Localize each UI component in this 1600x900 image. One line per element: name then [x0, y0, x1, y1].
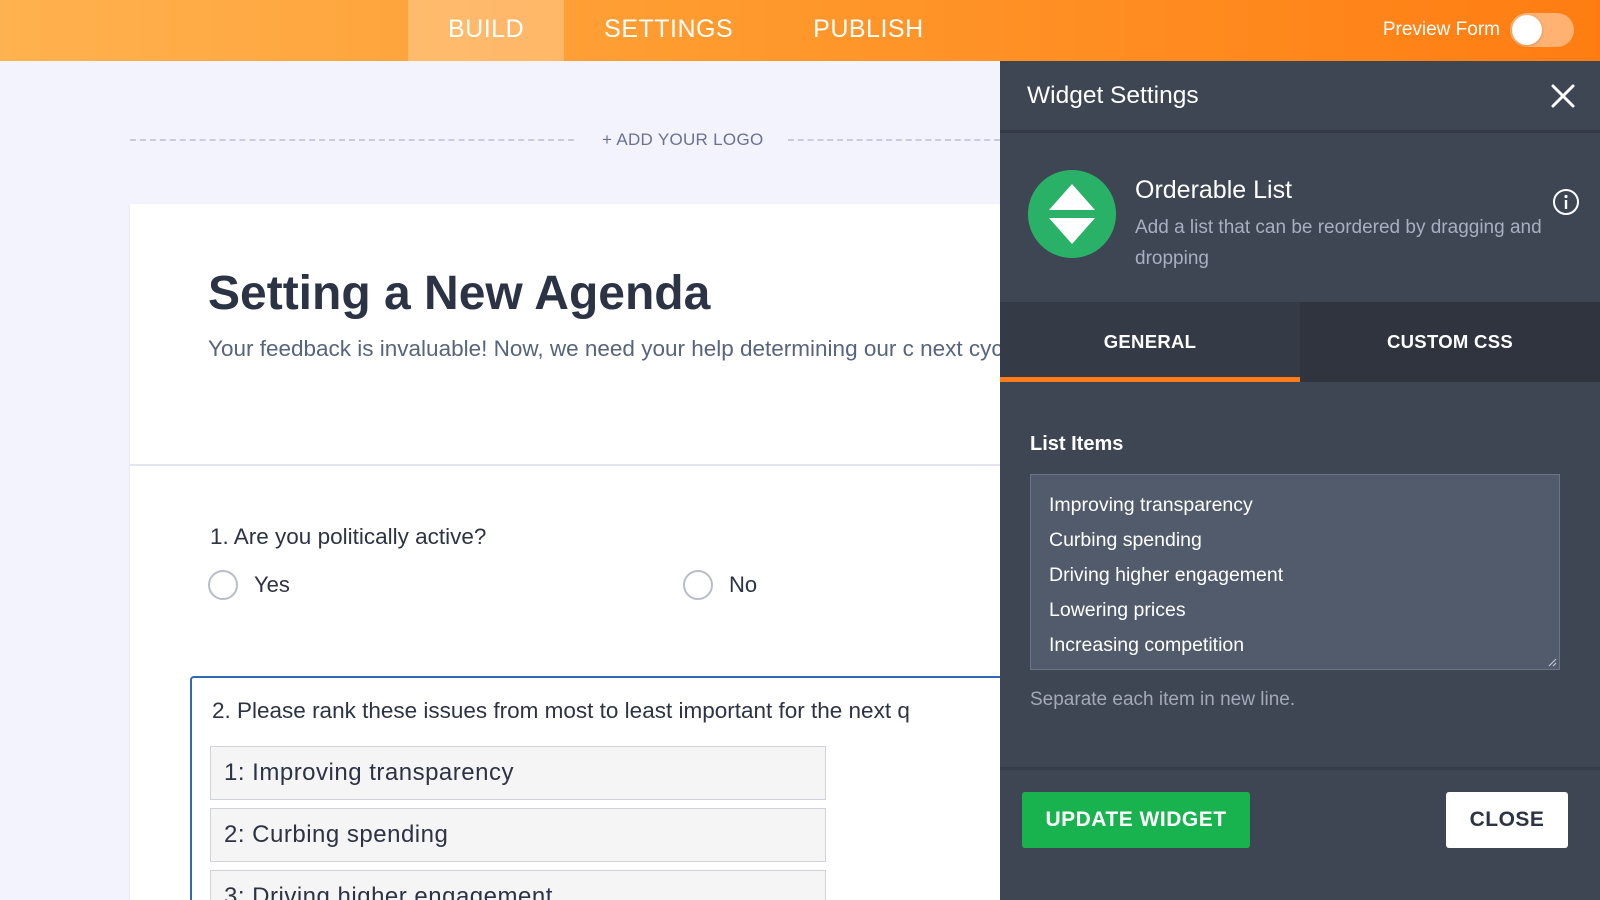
preview-form-label: Preview Form — [1382, 19, 1500, 40]
list-items-hint: Separate each item in new line. — [1030, 689, 1296, 710]
list-item-line: Lowering prices — [1049, 599, 1186, 621]
update-widget-button[interactable]: UPDATE WIDGET — [1022, 792, 1250, 848]
toggle-knob — [1512, 15, 1542, 45]
question-1-label[interactable]: 1. Are you politically active? — [210, 524, 486, 550]
list-item-line: Improving transparency — [1049, 494, 1253, 516]
list-item-line: Increasing competition — [1049, 634, 1245, 656]
builder-tabs: BUILD SETTINGS PUBLISH — [408, 0, 964, 61]
preview-form-control: Preview Form — [1383, 10, 1574, 50]
preview-form-toggle[interactable] — [1510, 13, 1574, 47]
question-2-field[interactable]: 2. Please rank these issues from most to… — [190, 676, 1050, 900]
footer-divider — [1000, 767, 1600, 770]
panel-header: Widget Settings — [1000, 61, 1600, 133]
form-card: Setting a New Agenda Your feedback is in… — [130, 204, 1050, 900]
close-icon[interactable] — [1548, 81, 1578, 111]
radio-label-no: No — [729, 572, 758, 597]
tab-settings[interactable]: SETTINGS — [564, 0, 773, 61]
panel-title: Widget Settings — [1027, 82, 1199, 109]
list-item-line: Curbing spending — [1049, 529, 1202, 551]
radio-circle-icon[interactable] — [683, 570, 713, 600]
tab-publish[interactable]: PUBLISH — [773, 0, 963, 61]
orderable-list-item[interactable]: 1: Improving transparency — [210, 746, 826, 800]
dashed-divider-right — [788, 139, 1000, 141]
add-logo-row: + ADD YOUR LOGO — [130, 126, 1000, 156]
form-title[interactable]: Setting a New Agenda — [208, 266, 710, 321]
tab-custom-css[interactable]: CUSTOM CSS — [1300, 302, 1600, 382]
add-logo-link[interactable]: + ADD YOUR LOGO — [602, 130, 763, 150]
widget-name: Orderable List — [1135, 176, 1293, 204]
list-item-line: Driving higher engagement — [1049, 564, 1284, 586]
panel-tabs: GENERAL CUSTOM CSS — [1000, 302, 1600, 382]
question-2-label[interactable]: 2. Please rank these issues from most to… — [212, 698, 910, 724]
top-navigation-bar: BUILD SETTINGS PUBLISH Preview Form — [0, 0, 1600, 61]
widget-settings-panel: Widget Settings Orderable List Add a lis… — [1000, 61, 1600, 900]
list-items-textarea[interactable]: Improving transparency Curbing spending … — [1030, 474, 1560, 670]
radio-circle-icon[interactable] — [208, 570, 238, 600]
radio-option-no[interactable]: No — [683, 570, 757, 600]
orderable-list-item[interactable]: 2: Curbing spending — [210, 808, 826, 862]
widget-description: Add a list that can be reordered by drag… — [1135, 217, 1542, 269]
tab-build[interactable]: BUILD — [408, 0, 565, 61]
info-icon[interactable] — [1552, 188, 1580, 216]
tab-general[interactable]: GENERAL — [1000, 302, 1300, 382]
header-divider — [130, 464, 1010, 466]
radio-option-yes[interactable]: Yes — [208, 570, 290, 600]
dashed-divider-left — [130, 139, 574, 141]
resize-handle-icon[interactable] — [1547, 657, 1557, 667]
orderable-list-item[interactable]: 3: Driving higher engagement — [210, 870, 826, 900]
orderable-list-icon — [1028, 170, 1116, 258]
widget-info: Orderable List Add a list that can be re… — [1000, 136, 1600, 301]
radio-label-yes: Yes — [254, 572, 290, 597]
close-button[interactable]: CLOSE — [1446, 792, 1568, 848]
list-items-label: List Items — [1030, 433, 1124, 455]
